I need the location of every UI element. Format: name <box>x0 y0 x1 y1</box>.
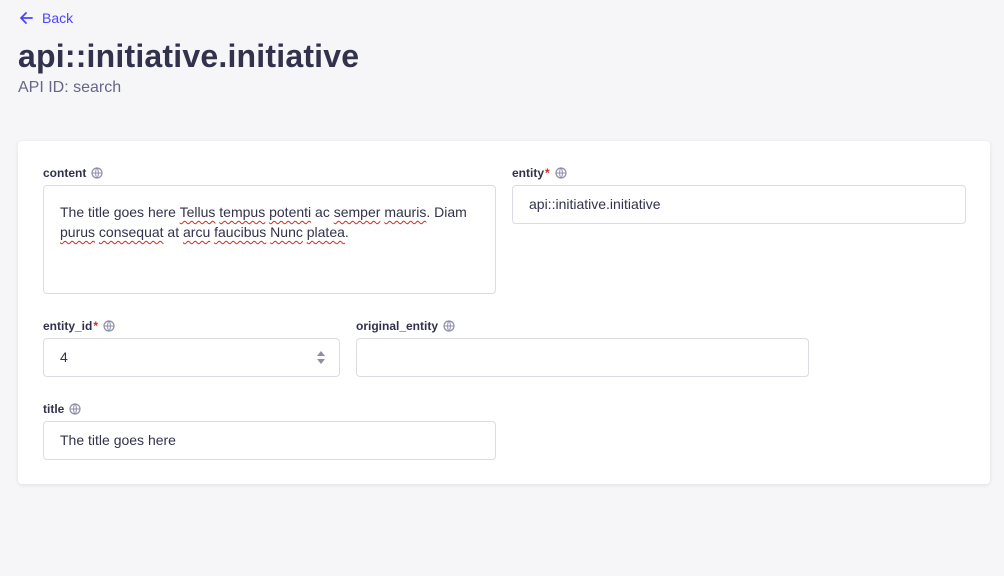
globe-icon <box>103 320 115 332</box>
required-mark: * <box>545 166 550 180</box>
title-label-row: title <box>43 401 81 417</box>
entity-input[interactable]: api::initiative.initiative <box>512 185 966 224</box>
misspelled-word: mauris <box>384 204 427 220</box>
misspelled-word: tempus <box>219 204 266 220</box>
content-text-segment: The title goes here <box>60 204 180 220</box>
chevron-down-icon[interactable] <box>317 359 325 364</box>
content-field: content <box>43 165 103 181</box>
original-entity-field: original_entity <box>356 318 455 334</box>
globe-icon <box>555 167 567 179</box>
original-entity-label: original_entity <box>356 319 439 333</box>
title-field: title <box>43 401 81 417</box>
misspelled-word: arcu <box>183 224 211 240</box>
misspelled-word: consequat <box>98 224 164 240</box>
misspelled-word: semper <box>333 204 381 220</box>
content-label: content <box>43 166 87 180</box>
misspelled-word: Nunc <box>270 224 303 240</box>
back-label: Back <box>42 10 74 26</box>
misspelled-word: potenti <box>269 204 312 220</box>
content-text-segment: . Diam <box>426 204 467 220</box>
entity-id-field: entity_id * <box>43 318 115 334</box>
entity-id-number-input[interactable]: 4 <box>43 338 340 377</box>
misspelled-word: Tellus <box>179 204 216 220</box>
entity-id-value: 4 <box>60 349 68 365</box>
back-link[interactable]: Back <box>18 8 73 28</box>
globe-icon <box>69 403 81 415</box>
required-mark: * <box>93 319 99 333</box>
content-textarea[interactable]: The title goes here Tellus tempus potent… <box>43 185 496 294</box>
misspelled-word: platea <box>306 224 345 240</box>
title-value: The title goes here <box>60 432 176 448</box>
entity-value: api::initiative.initiative <box>529 196 661 212</box>
misspelled-word: faucibus <box>214 224 267 240</box>
chevron-up-icon[interactable] <box>317 351 325 356</box>
title-input[interactable]: The title goes here <box>43 421 496 460</box>
entity-label-row: entity * <box>512 165 567 181</box>
entity-field: entity * <box>512 165 567 181</box>
content-value: The title goes here Tellus tempus potent… <box>60 202 479 242</box>
content-text-segment: ac <box>311 204 334 220</box>
misspelled-word: purus <box>60 224 96 240</box>
arrow-left-icon <box>18 10 34 26</box>
content-label-row: content <box>43 165 103 181</box>
original-entity-input[interactable] <box>356 338 809 377</box>
page-subtitle: API ID: search <box>18 79 122 96</box>
entity-id-label-row: entity_id * <box>43 318 115 334</box>
globe-icon <box>91 167 103 179</box>
page-title: api::initiative.initiative <box>18 38 360 74</box>
title-label: title <box>43 402 65 416</box>
content-text-segment: at <box>163 224 183 240</box>
entity-label: entity <box>512 166 545 180</box>
entity-id-label: entity_id <box>43 319 93 333</box>
original-entity-label-row: original_entity <box>356 318 455 334</box>
content-text-segment: . <box>344 224 349 240</box>
number-stepper[interactable] <box>317 351 325 364</box>
edit-form-card: content The title goes here Tellus tempu… <box>18 141 990 484</box>
globe-icon <box>443 320 455 332</box>
